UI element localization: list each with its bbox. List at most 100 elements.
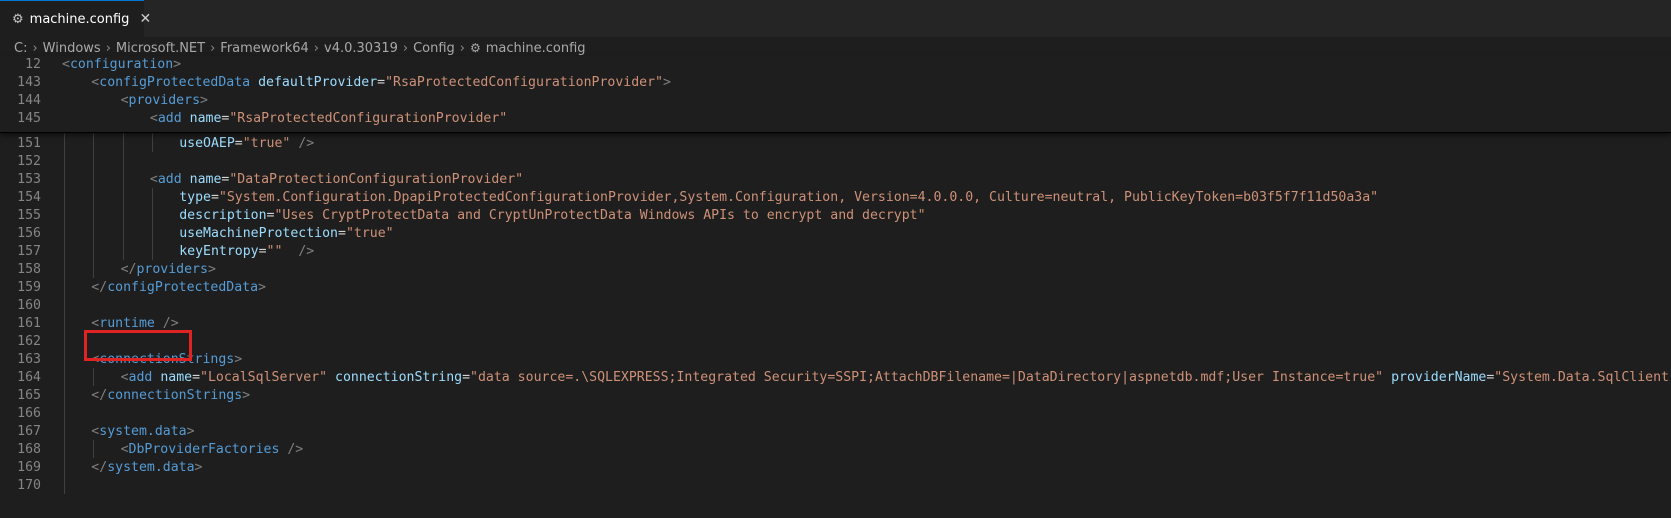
code-token: /> bbox=[298, 244, 315, 259]
code-token: < bbox=[62, 57, 70, 72]
code-line[interactable]: 153 <add name="DataProtectionConfiguratio… bbox=[0, 170, 1671, 189]
code-token: "" bbox=[266, 244, 283, 259]
close-icon[interactable]: ✕ bbox=[139, 12, 151, 26]
code-token: runtime bbox=[99, 316, 155, 331]
code-token: </ bbox=[91, 280, 108, 295]
code-line[interactable]: 166 bbox=[0, 404, 1671, 423]
code-line[interactable]: 169 </system.data> bbox=[0, 458, 1671, 477]
code-token: configProtectedData bbox=[107, 280, 259, 295]
line-number: 12 bbox=[25, 57, 41, 72]
code-token: name bbox=[160, 370, 193, 385]
breadcrumb-item[interactable]: v4.0.30319 bbox=[324, 41, 398, 56]
code-token: > bbox=[258, 280, 266, 295]
code-line[interactable]: 152 bbox=[0, 152, 1671, 171]
code-token: > bbox=[173, 57, 182, 72]
code-line[interactable]: 157 keyEntropy="" /> bbox=[0, 242, 1671, 261]
line-number: 161 bbox=[17, 316, 41, 331]
code-token: configProtectedData bbox=[99, 75, 251, 90]
code-token: useOAEP bbox=[179, 136, 235, 151]
code-token: < bbox=[149, 111, 158, 126]
code-text: <configProtectedData defaultProvider="Rs… bbox=[91, 73, 671, 92]
code-token: "RsaProtectedConfigurationProvider" bbox=[229, 111, 508, 126]
code-line[interactable]: 154 type="System.Configuration.DpapiProte… bbox=[0, 188, 1671, 207]
line-number: 165 bbox=[17, 388, 41, 403]
code-token: = bbox=[234, 136, 243, 151]
breadcrumb-item[interactable]: Windows bbox=[43, 41, 101, 56]
code-line[interactable]: 168 <DbProviderFactories /> bbox=[0, 440, 1671, 459]
tab-bar: ⚙ machine.config ✕ bbox=[0, 0, 1671, 37]
code-line[interactable]: 167 <system.data> bbox=[0, 422, 1671, 441]
code-text: useMachineProtection="true" bbox=[179, 224, 393, 243]
code-token: /> bbox=[287, 442, 304, 457]
code-text: <add name="RsaProtectedConfigurationProv… bbox=[150, 109, 507, 128]
tab-title: machine.config bbox=[29, 11, 130, 27]
code-editor[interactable]: 12 <configuration> 143 <configProtectedData… bbox=[0, 56, 1671, 518]
code-token: "true" bbox=[345, 226, 394, 241]
code-token: > bbox=[200, 93, 208, 108]
code-token: "data source=.\SQLEXPRESS;Integrated Sec… bbox=[470, 370, 1384, 385]
code-line[interactable]: 165 </connectionStrings> bbox=[0, 386, 1671, 405]
code-line[interactable]: 151 useOAEP="true" /> bbox=[0, 134, 1671, 153]
code-line[interactable]: 155 description="Uses CryptProtectData an… bbox=[0, 206, 1671, 225]
line-number: 167 bbox=[17, 424, 41, 439]
code-token: connectionString bbox=[335, 370, 463, 385]
code-line[interactable]: 144 <providers> bbox=[0, 91, 1671, 110]
code-line[interactable]: 170 bbox=[0, 476, 1671, 495]
code-token: "System.Data.SqlClient" bbox=[1494, 370, 1671, 385]
code-line[interactable]: 158 </providers> bbox=[0, 260, 1671, 279]
code-line[interactable]: 159 </configProtectedData> bbox=[0, 278, 1671, 297]
line-number: 144 bbox=[17, 93, 41, 108]
line-number: 166 bbox=[17, 406, 41, 421]
code-text: useOAEP="true" /> bbox=[179, 134, 314, 153]
code-token: "DataProtectionConfigurationProvider" bbox=[229, 172, 524, 187]
code-token: > bbox=[663, 75, 671, 90]
code-token: useMachineProtection bbox=[179, 226, 338, 241]
code-text: <add name="LocalSqlServer" connectionStr… bbox=[121, 368, 1671, 387]
code-line[interactable]: 143 <configProtectedData defaultProvider=… bbox=[0, 73, 1671, 92]
code-token: providers bbox=[128, 93, 201, 108]
code-line[interactable]: 161 <runtime /> bbox=[0, 314, 1671, 333]
code-text: </configProtectedData> bbox=[91, 278, 266, 297]
code-token: = bbox=[192, 370, 201, 385]
breadcrumb-item[interactable]: Microsoft.NET bbox=[116, 41, 205, 56]
code-token: < bbox=[149, 172, 158, 187]
line-number: 154 bbox=[17, 190, 41, 205]
code-token: connectionStrings bbox=[107, 388, 243, 403]
code-token: > bbox=[242, 388, 251, 403]
line-number: 155 bbox=[17, 208, 41, 223]
breadcrumb-item[interactable]: Framework64 bbox=[220, 41, 309, 56]
code-token: "LocalSqlServer" bbox=[200, 370, 328, 385]
code-line[interactable]: 145 <add name="RsaProtectedConfigurationP… bbox=[0, 109, 1671, 128]
line-number: 158 bbox=[17, 262, 41, 277]
code-token: < bbox=[120, 93, 129, 108]
code-token: system.data bbox=[99, 424, 187, 439]
breadcrumb-item[interactable]: machine.config bbox=[486, 41, 586, 56]
gear-icon: ⚙ bbox=[12, 11, 24, 27]
breadcrumb-separator: › bbox=[32, 40, 38, 56]
line-number: 169 bbox=[17, 460, 41, 475]
code-line[interactable]: 162 bbox=[0, 332, 1671, 351]
code-token: providers bbox=[136, 262, 208, 277]
line-number: 156 bbox=[17, 226, 41, 241]
code-token: add bbox=[157, 111, 182, 126]
code-token: = bbox=[462, 370, 471, 385]
line-number: 162 bbox=[17, 334, 41, 349]
code-line[interactable]: 163 <connectionStrings> bbox=[0, 350, 1671, 369]
code-line[interactable]: 164 <add name="LocalSqlServer" connection… bbox=[0, 368, 1671, 387]
code-line[interactable]: 160 bbox=[0, 296, 1671, 315]
code-line[interactable]: 12 <configuration> bbox=[0, 55, 1671, 74]
tab-machine-config[interactable]: ⚙ machine.config ✕ bbox=[0, 0, 151, 37]
code-token: add bbox=[157, 172, 182, 187]
code-line[interactable]: 156 useMachineProtection="true" bbox=[0, 224, 1671, 243]
breadcrumb-separator: › bbox=[459, 40, 465, 56]
line-number: 152 bbox=[17, 154, 41, 169]
breadcrumb-item[interactable]: Config bbox=[413, 41, 455, 56]
line-number: 164 bbox=[17, 370, 41, 385]
code-token: < bbox=[120, 370, 129, 385]
code-token: = bbox=[258, 244, 267, 259]
code-token: type bbox=[179, 190, 211, 205]
breadcrumb-item[interactable]: C: bbox=[14, 41, 27, 56]
code-token: < bbox=[120, 442, 129, 457]
